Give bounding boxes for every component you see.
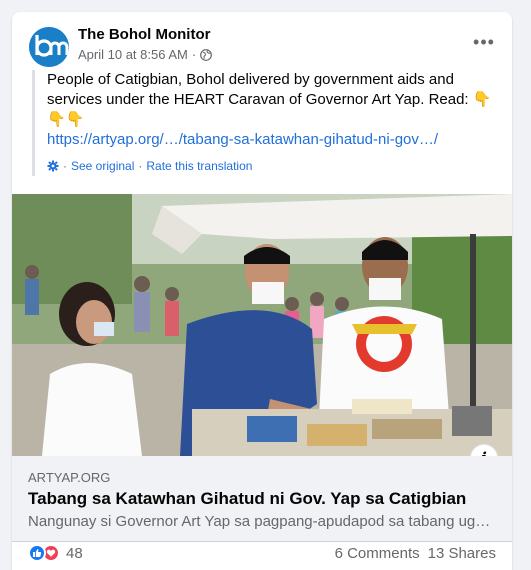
- reaction-icons: [28, 544, 60, 562]
- rate-translation-link[interactable]: Rate this translation: [146, 156, 252, 176]
- translation-separator-2: ·: [138, 159, 143, 173]
- post-card: The Bohol Monitor April 10 at 8:56 AM · …: [12, 12, 512, 570]
- meta-separator: ·: [191, 47, 197, 62]
- reactions-summary[interactable]: 48: [28, 544, 83, 562]
- bm-logo-icon: [29, 27, 69, 67]
- post-body: People of Catigbian, Bohol delivered by …: [47, 71, 492, 128]
- post-text: People of Catigbian, Bohol delivered by …: [32, 70, 498, 176]
- engagement-counts: 6 Comments 13 Shares: [335, 545, 496, 562]
- more-options-button[interactable]: •••: [470, 32, 498, 52]
- translation-row: · See original · Rate this translation: [47, 156, 498, 176]
- post-link[interactable]: https://artyap.org/…/tabang-sa-katawhan-…: [47, 130, 498, 150]
- preview-description: Nangunay si Governor Art Yap sa pagpang-…: [28, 513, 491, 530]
- page-name-link[interactable]: The Bohol Monitor: [78, 26, 210, 43]
- event-photo: [12, 194, 512, 456]
- post-timestamp[interactable]: April 10 at 8:56 AM: [78, 47, 188, 62]
- reaction-count: 48: [66, 544, 83, 562]
- preview-domain: ARTYAP.ORG: [28, 470, 111, 485]
- globe-icon[interactable]: [200, 48, 213, 61]
- shares-count-link[interactable]: 13 Shares: [428, 545, 496, 562]
- page-avatar[interactable]: [29, 27, 69, 67]
- comments-count-link[interactable]: 6 Comments: [335, 545, 420, 562]
- link-preview[interactable]: ARTYAP.ORG Tabang sa Katawhan Gihatud ni…: [12, 456, 512, 542]
- post-image[interactable]: [12, 194, 512, 456]
- see-original-link[interactable]: See original: [71, 156, 134, 176]
- preview-title[interactable]: Tabang sa Katawhan Gihatud ni Gov. Yap s…: [28, 489, 466, 509]
- gear-icon: [47, 160, 59, 172]
- like-icon: [28, 544, 46, 562]
- post-meta: April 10 at 8:56 AM ·: [78, 47, 213, 62]
- translation-separator: ·: [63, 159, 67, 173]
